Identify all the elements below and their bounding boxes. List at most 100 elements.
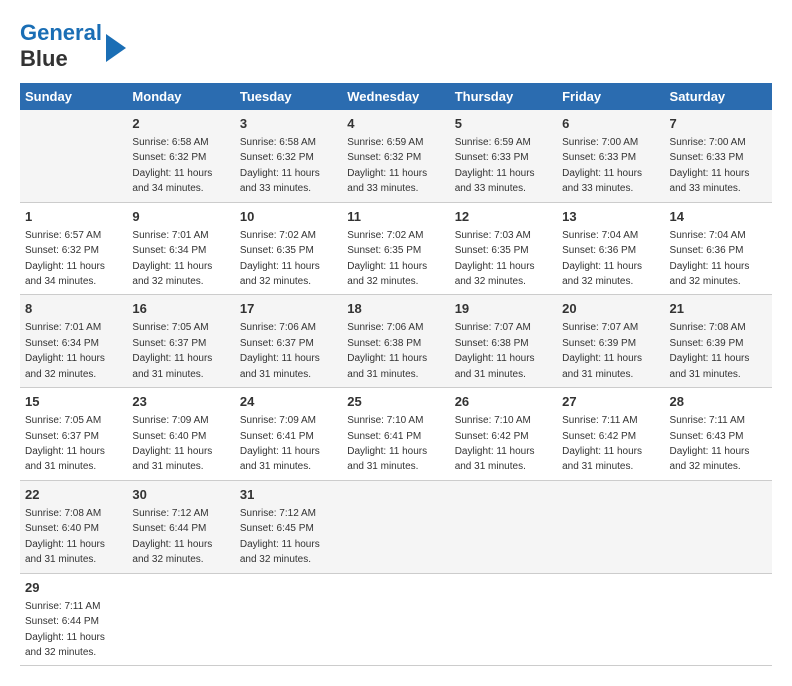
calendar-cell: 31 Sunrise: 7:12 AM Sunset: 6:45 PM Dayli… [235,480,342,573]
calendar-week-row: 15 Sunrise: 7:05 AM Sunset: 6:37 PM Dayli… [20,388,772,481]
day-info: Sunrise: 6:59 AM Sunset: 6:32 PM Dayligh… [347,137,427,194]
day-info: Sunrise: 7:05 AM Sunset: 6:37 PM Dayligh… [25,415,105,472]
calendar-cell [342,573,449,666]
calendar-cell [665,573,772,666]
day-info: Sunrise: 7:00 AM Sunset: 6:33 PM Dayligh… [562,137,642,194]
calendar-cell: 2 Sunrise: 6:58 AM Sunset: 6:32 PM Daylig… [127,110,234,202]
calendar-cell [450,573,557,666]
header-day-sunday: Sunday [20,83,127,110]
day-number: 22 [25,486,122,504]
day-number: 23 [132,393,229,411]
calendar-cell: 15 Sunrise: 7:05 AM Sunset: 6:37 PM Dayli… [20,388,127,481]
calendar-cell: 14 Sunrise: 7:04 AM Sunset: 6:36 PM Dayli… [665,202,772,295]
calendar-cell [342,480,449,573]
calendar-cell: 21Sunrise: 7:08 AM Sunset: 6:39 PM Dayli… [665,295,772,388]
header-day-saturday: Saturday [665,83,772,110]
calendar-cell: 13Sunrise: 7:04 AM Sunset: 6:36 PM Dayli… [557,202,664,295]
day-info: Sunrise: 6:58 AM Sunset: 6:32 PM Dayligh… [132,137,212,194]
day-info: Sunrise: 7:06 AM Sunset: 6:37 PM Dayligh… [240,322,320,379]
day-number: 14 [670,208,767,226]
day-number: 9 [132,208,229,226]
day-number: 19 [455,300,552,318]
day-info: Sunrise: 7:10 AM Sunset: 6:42 PM Dayligh… [455,415,535,472]
day-info: Sunrise: 7:09 AM Sunset: 6:40 PM Dayligh… [132,415,212,472]
calendar-body: 2 Sunrise: 6:58 AM Sunset: 6:32 PM Daylig… [20,110,772,666]
day-number: 1 [25,208,122,226]
day-number: 15 [25,393,122,411]
day-number: 7 [670,115,767,133]
calendar-cell: 22 Sunrise: 7:08 AM Sunset: 6:40 PM Dayli… [20,480,127,573]
calendar-cell: 6 Sunrise: 7:00 AM Sunset: 6:33 PM Daylig… [557,110,664,202]
day-number: 18 [347,300,444,318]
day-info: Sunrise: 6:59 AM Sunset: 6:33 PM Dayligh… [455,137,535,194]
calendar-cell [127,573,234,666]
logo-arrow-icon [106,34,126,62]
calendar-cell: 20 Sunrise: 7:07 AM Sunset: 6:39 PM Dayli… [557,295,664,388]
calendar-cell: 18 Sunrise: 7:06 AM Sunset: 6:38 PM Dayli… [342,295,449,388]
calendar-cell: 11Sunrise: 7:02 AM Sunset: 6:35 PM Dayli… [342,202,449,295]
day-info: Sunrise: 7:03 AM Sunset: 6:35 PM Dayligh… [455,230,535,287]
calendar-week-row: 22 Sunrise: 7:08 AM Sunset: 6:40 PM Dayli… [20,480,772,573]
day-info: Sunrise: 6:57 AM Sunset: 6:32 PM Dayligh… [25,230,105,287]
day-info: Sunrise: 7:02 AM Sunset: 6:35 PM Dayligh… [240,230,320,287]
day-number: 29 [25,579,122,597]
calendar-cell: 4 Sunrise: 6:59 AM Sunset: 6:32 PM Daylig… [342,110,449,202]
day-info: Sunrise: 7:05 AM Sunset: 6:37 PM Dayligh… [132,322,212,379]
day-info: Sunrise: 7:12 AM Sunset: 6:44 PM Dayligh… [132,508,212,565]
calendar-cell [450,480,557,573]
calendar-cell: 26 Sunrise: 7:10 AM Sunset: 6:42 PM Dayli… [450,388,557,481]
day-number: 31 [240,486,337,504]
calendar-cell: 5 Sunrise: 6:59 AM Sunset: 6:33 PM Daylig… [450,110,557,202]
calendar-cell [20,110,127,202]
calendar-cell: 27 Sunrise: 7:11 AM Sunset: 6:42 PM Dayli… [557,388,664,481]
day-info: Sunrise: 7:04 AM Sunset: 6:36 PM Dayligh… [562,230,642,287]
header-day-tuesday: Tuesday [235,83,342,110]
calendar-header: SundayMondayTuesdayWednesdayThursdayFrid… [20,83,772,110]
calendar-cell [557,573,664,666]
day-info: Sunrise: 7:11 AM Sunset: 6:42 PM Dayligh… [562,415,642,472]
calendar-cell: 19 Sunrise: 7:07 AM Sunset: 6:38 PM Dayli… [450,295,557,388]
day-number: 6 [562,115,659,133]
day-number: 30 [132,486,229,504]
header-day-monday: Monday [127,83,234,110]
calendar-table: SundayMondayTuesdayWednesdayThursdayFrid… [20,83,772,667]
day-info: Sunrise: 7:09 AM Sunset: 6:41 PM Dayligh… [240,415,320,472]
calendar-cell [235,573,342,666]
calendar-cell: 7 Sunrise: 7:00 AM Sunset: 6:33 PM Daylig… [665,110,772,202]
calendar-cell [665,480,772,573]
calendar-cell: 3Sunrise: 6:58 AM Sunset: 6:32 PM Daylig… [235,110,342,202]
day-info: Sunrise: 7:10 AM Sunset: 6:41 PM Dayligh… [347,415,427,472]
calendar-cell: 29 Sunrise: 7:11 AM Sunset: 6:44 PM Dayli… [20,573,127,666]
page-header: GeneralBlue [20,20,772,73]
calendar-cell: 1 Sunrise: 6:57 AM Sunset: 6:32 PM Daylig… [20,202,127,295]
day-info: Sunrise: 7:12 AM Sunset: 6:45 PM Dayligh… [240,508,320,565]
day-number: 27 [562,393,659,411]
header-day-friday: Friday [557,83,664,110]
day-info: Sunrise: 7:07 AM Sunset: 6:39 PM Dayligh… [562,322,642,379]
day-info: Sunrise: 7:08 AM Sunset: 6:40 PM Dayligh… [25,508,105,565]
day-number: 26 [455,393,552,411]
calendar-week-row: 2 Sunrise: 6:58 AM Sunset: 6:32 PM Daylig… [20,110,772,202]
calendar-cell: 25 Sunrise: 7:10 AM Sunset: 6:41 PM Dayli… [342,388,449,481]
day-info: Sunrise: 7:07 AM Sunset: 6:38 PM Dayligh… [455,322,535,379]
day-number: 28 [670,393,767,411]
day-info: Sunrise: 7:06 AM Sunset: 6:38 PM Dayligh… [347,322,427,379]
calendar-cell [557,480,664,573]
logo: GeneralBlue [20,20,126,73]
day-info: Sunrise: 7:11 AM Sunset: 6:44 PM Dayligh… [25,601,105,658]
day-number: 17 [240,300,337,318]
day-number: 24 [240,393,337,411]
day-info: Sunrise: 7:11 AM Sunset: 6:43 PM Dayligh… [670,415,750,472]
day-number: 12 [455,208,552,226]
day-number: 5 [455,115,552,133]
calendar-week-row: 29 Sunrise: 7:11 AM Sunset: 6:44 PM Dayli… [20,573,772,666]
day-number: 3 [240,115,337,133]
day-number: 25 [347,393,444,411]
day-info: Sunrise: 7:00 AM Sunset: 6:33 PM Dayligh… [670,137,750,194]
day-number: 20 [562,300,659,318]
day-number: 2 [132,115,229,133]
day-info: Sunrise: 7:04 AM Sunset: 6:36 PM Dayligh… [670,230,750,287]
day-info: Sunrise: 7:08 AM Sunset: 6:39 PM Dayligh… [670,322,750,379]
calendar-week-row: 8Sunrise: 7:01 AM Sunset: 6:34 PM Daylig… [20,295,772,388]
day-number: 4 [347,115,444,133]
